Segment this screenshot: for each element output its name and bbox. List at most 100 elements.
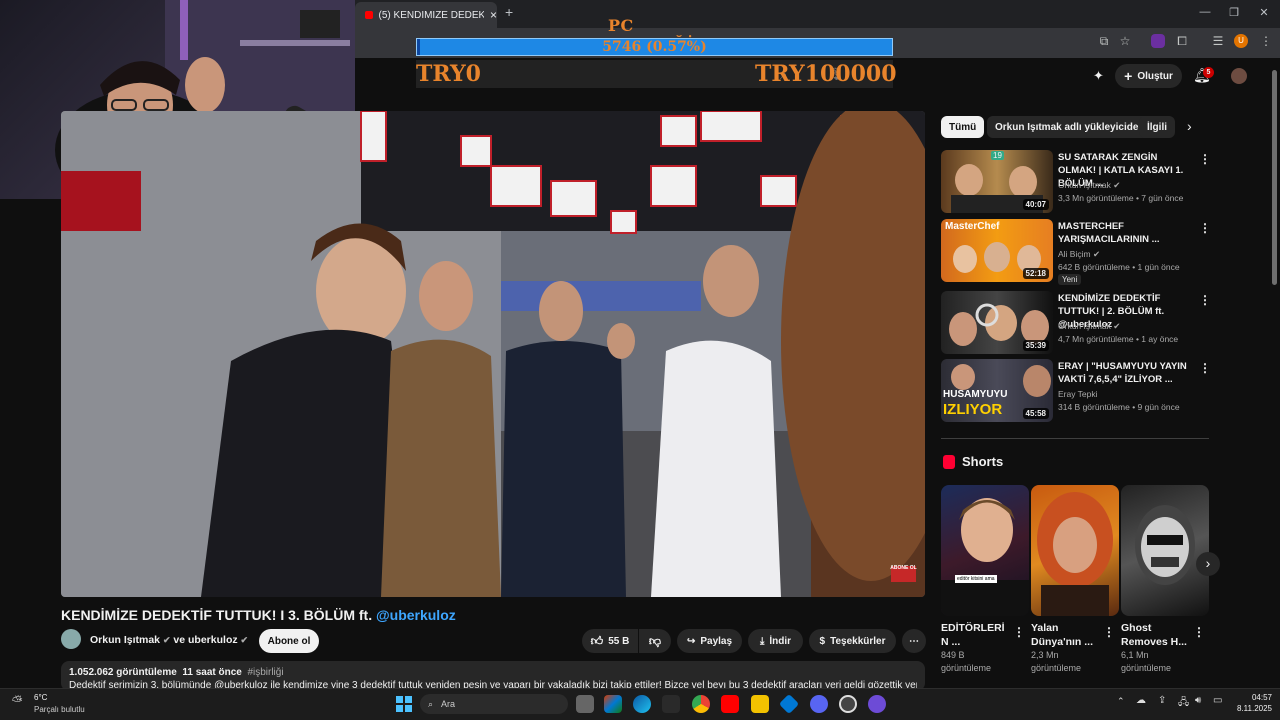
page-scrollbar[interactable] bbox=[1272, 70, 1277, 285]
battery-icon[interactable]: ▭ bbox=[1213, 695, 1222, 706]
create-button[interactable]: + Oluştur bbox=[1115, 64, 1182, 88]
windows-start-icon[interactable] bbox=[396, 696, 412, 712]
short-thumbnail[interactable] bbox=[1121, 485, 1209, 616]
new-tab-button[interactable]: + bbox=[505, 4, 521, 22]
recommended-title[interactable]: MASTERCHEF YARIŞMACILARININ ... bbox=[1058, 220, 1194, 246]
recommended-item[interactable]: HUSAMYUYU IZLIYOR 45:58 ERAY | "HUSAMYUY… bbox=[941, 359, 1216, 425]
description-box[interactable]: 1.052.062 görüntüleme 11 saat önce #işbi… bbox=[61, 661, 925, 691]
taskbar-search[interactable]: ⌕ Ara bbox=[420, 694, 568, 714]
recommended-menu-icon[interactable]: ⋮ bbox=[1199, 293, 1211, 307]
recommended-title[interactable]: ERAY | "HUSAMYUYU YAYIN VAKTİ 7,6,5,4" İ… bbox=[1058, 360, 1194, 386]
recommended-item[interactable]: 35:39 KENDİMİZE DEDEKTİF TUTTUK! | 2. BÖ… bbox=[941, 291, 1216, 357]
channel-name[interactable]: Orkun Işıtmak bbox=[90, 634, 160, 646]
task-view-icon[interactable] bbox=[576, 695, 594, 713]
onedrive-cloud-icon[interactable]: ☁ bbox=[1136, 695, 1146, 706]
extension-icon[interactable] bbox=[1151, 34, 1165, 48]
short-thumbnail[interactable] bbox=[1031, 485, 1119, 616]
weather-temp[interactable]: 6°C bbox=[34, 693, 47, 702]
chip-related[interactable]: İlgili bbox=[1139, 116, 1175, 138]
channel-name-text: Orkun Işıtmak bbox=[1058, 180, 1111, 190]
recommended-thumbnail[interactable]: 35:39 bbox=[941, 291, 1053, 354]
account-avatar[interactable] bbox=[1231, 68, 1247, 84]
short-title[interactable]: EDİTÖRLERİ N ... bbox=[941, 621, 1011, 649]
recommended-channel[interactable]: Orkun Işıtmak ✔ bbox=[1058, 321, 1120, 332]
recommended-channel[interactable]: Eray Tepki bbox=[1058, 389, 1098, 399]
install-app-icon[interactable]: ⧉ bbox=[1096, 34, 1112, 50]
verified-icon: ✔ bbox=[1113, 321, 1121, 331]
file-explorer-icon[interactable] bbox=[751, 695, 769, 713]
chip-all[interactable]: Tümü bbox=[941, 116, 985, 138]
weather-cloud-icon[interactable]: ⛅︎ bbox=[12, 693, 30, 709]
chips-next-chevron-icon[interactable]: › bbox=[1187, 118, 1192, 134]
collab-channel[interactable]: ve uberkuloz bbox=[173, 634, 237, 646]
recommended-menu-icon[interactable]: ⋮ bbox=[1199, 152, 1211, 166]
short-menu-icon[interactable]: ⋮ bbox=[1193, 625, 1205, 639]
window-close-icon[interactable]: ✕ bbox=[1256, 6, 1272, 22]
profile-avatar-icon[interactable]: U bbox=[1234, 34, 1248, 48]
download-button[interactable]: ⤓ İndir bbox=[748, 629, 803, 653]
subscribe-button[interactable]: Abone ol bbox=[259, 629, 319, 653]
share-button[interactable]: ↪ Paylaş bbox=[677, 629, 742, 653]
reading-list-icon[interactable]: ☰ bbox=[1210, 34, 1226, 50]
chip-uploader[interactable]: Orkun Işıtmak adlı yükleyiciden bbox=[987, 116, 1153, 138]
duration-badge: 52:18 bbox=[1022, 268, 1049, 279]
browser-tab-active[interactable]: (5) KENDİMİZE DEDEKTİF TUTT × bbox=[355, 2, 497, 28]
recommended-thumbnail[interactable]: HUSAMYUYU IZLIYOR 45:58 bbox=[941, 359, 1053, 422]
store-icon[interactable] bbox=[662, 695, 680, 713]
short-menu-icon[interactable]: ⋮ bbox=[1103, 625, 1115, 639]
chrome-browser-icon[interactable] bbox=[692, 695, 710, 713]
copilot-icon[interactable] bbox=[604, 695, 622, 713]
short-art bbox=[941, 498, 1029, 616]
extensions-puzzle-icon[interactable]: ⧠ bbox=[1174, 34, 1190, 50]
recommended-menu-icon[interactable]: ⋮ bbox=[1199, 221, 1211, 235]
short-info[interactable]: EDİTÖRLERİ N ... 849 B görüntüleme bbox=[941, 621, 1011, 675]
video-player[interactable]: ABONE OL bbox=[61, 111, 925, 597]
app-icon[interactable] bbox=[868, 695, 886, 713]
discord-icon[interactable] bbox=[810, 695, 828, 713]
tab-close-icon[interactable]: × bbox=[490, 8, 497, 22]
short-info[interactable]: Ghost Removes H... 6,1 Mn görüntüleme bbox=[1121, 621, 1193, 675]
short-info[interactable]: Yalan Dünya'nın ... 2,3 Mn görüntüleme bbox=[1031, 621, 1101, 675]
youtube-app-icon[interactable] bbox=[721, 695, 739, 713]
tray-overflow-icon[interactable]: ⌃ bbox=[1117, 696, 1125, 707]
recommended-thumbnail[interactable]: 19 40:07 bbox=[941, 150, 1053, 213]
short-title[interactable]: Yalan Dünya'nın ... bbox=[1031, 621, 1101, 649]
usb-icon[interactable]: ⇪ bbox=[1158, 695, 1166, 706]
browser-menu-icon[interactable]: ⋮ bbox=[1258, 34, 1274, 50]
clock[interactable]: 04:57 8.11.2025 bbox=[1236, 693, 1272, 713]
ai-sparkle-icon[interactable]: ✦ bbox=[1093, 68, 1109, 84]
recommended-item[interactable]: MasterChef 52:18 MASTERCHEF YARIŞMACILAR… bbox=[941, 219, 1216, 285]
hashtag[interactable]: #işbirliği bbox=[247, 667, 283, 678]
like-button[interactable]: 👍︎ 55 B bbox=[582, 629, 638, 653]
recommended-channel[interactable]: Ali Biçim ✔ bbox=[1058, 249, 1100, 260]
volume-icon[interactable]: 🔊︎ bbox=[1195, 695, 1201, 706]
short-title[interactable]: Ghost Removes H... bbox=[1121, 621, 1193, 649]
obs-icon[interactable] bbox=[839, 695, 857, 713]
video-title-mention[interactable]: @uberkuloz bbox=[376, 607, 456, 623]
network-icon[interactable]: 🖧︎ bbox=[1178, 695, 1189, 712]
maximize-icon[interactable]: ❐ bbox=[1226, 6, 1242, 22]
upload-age: 11 saat önce bbox=[182, 667, 242, 678]
weather-desc[interactable]: Parçalı bulutlu bbox=[34, 705, 85, 714]
donation-progress-text: 5746 (0.57%) bbox=[602, 39, 707, 55]
bookmark-star-icon[interactable]: ☆ bbox=[1117, 34, 1133, 50]
search-placeholder: Ara bbox=[441, 699, 456, 709]
short-views-label: görüntüleme bbox=[1121, 663, 1172, 673]
recommended-thumbnail[interactable]: MasterChef 52:18 bbox=[941, 219, 1053, 282]
shorts-next-chevron-icon[interactable]: › bbox=[1196, 552, 1220, 576]
short-views-label: görüntüleme bbox=[941, 663, 992, 673]
dislike-button[interactable]: 👎︎ bbox=[639, 629, 671, 653]
short-menu-icon[interactable]: ⋮ bbox=[1013, 625, 1025, 639]
minimize-icon[interactable]: — bbox=[1197, 6, 1213, 22]
thanks-button[interactable]: $ Teşekkürler bbox=[809, 629, 896, 653]
recommended-menu-icon[interactable]: ⋮ bbox=[1199, 361, 1211, 375]
recommended-channel[interactable]: Orkun Işıtmak ✔ bbox=[1058, 180, 1120, 191]
short-thumbnail[interactable]: editör kitsini ama bbox=[941, 485, 1029, 616]
video-subscribe-watermark[interactable]: ABONE OL bbox=[890, 565, 917, 571]
recommended-item[interactable]: 19 40:07 SU SATARAK ZENGİN OLMAK! | KATL… bbox=[941, 150, 1216, 216]
thumb-text: HUSAMYUYU bbox=[943, 389, 1008, 400]
channel-avatar[interactable] bbox=[61, 629, 81, 649]
more-actions-icon[interactable]: ⋯ bbox=[902, 629, 926, 653]
sidebar-divider bbox=[941, 438, 1209, 439]
edge-browser-icon[interactable] bbox=[633, 695, 651, 713]
